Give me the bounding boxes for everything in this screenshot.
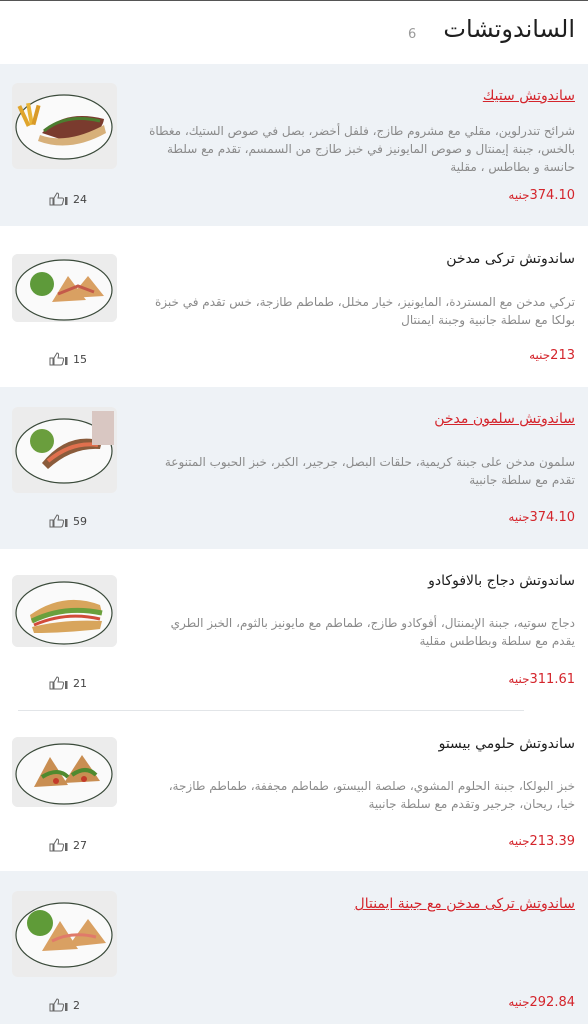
like-count: 2 (73, 998, 80, 1012)
thumbs-up-icon (49, 352, 68, 366)
item-image[interactable] (12, 737, 117, 807)
item-name[interactable]: ساندوتش دجاج بالافوكادو (155, 573, 575, 589)
item-likes[interactable]: 24 (49, 192, 87, 206)
like-count: 27 (73, 838, 87, 852)
menu-item[interactable]: ساندوتش ستيك شرائح تندرلوين، مقلي مع مشر… (0, 64, 588, 226)
section-item-count: 6 (408, 27, 417, 42)
item-name[interactable]: ساندوتش حلومي بيستو (155, 736, 575, 752)
like-count: 21 (73, 676, 87, 690)
thumbs-up-icon (49, 676, 68, 690)
item-image[interactable] (12, 407, 117, 493)
item-description: خبز البولكا، جبنة الحلوم المشوي، صلصة ال… (168, 779, 575, 811)
item-likes[interactable]: 15 (49, 352, 87, 366)
thumbs-up-icon (49, 998, 68, 1012)
menu-item[interactable]: ساندوتش تركى مدخن تركي مدخن مع المستردة،… (0, 226, 588, 387)
like-count: 15 (73, 352, 87, 366)
item-likes[interactable]: 21 (49, 676, 87, 690)
item-description: شرائح تندرلوين، مقلي مع مشروم طازج، فلفل… (149, 124, 575, 174)
like-count: 24 (73, 192, 87, 206)
like-count: 59 (73, 514, 87, 528)
menu-item[interactable]: ساندوتش حلومي بيستو خبز البولكا، جبنة ال… (0, 711, 588, 871)
thumbs-up-icon (49, 838, 68, 852)
item-description: دجاج سوتيه، جبنة الإيمنتال، أفوكادو طازج… (170, 616, 575, 648)
item-image[interactable] (12, 891, 117, 977)
thumbs-up-icon (49, 514, 68, 528)
item-price: 213.39جنيه (508, 834, 575, 849)
item-price: 374.10جنيه (508, 510, 575, 525)
menu-item[interactable]: ساندوتش تركى مدخن مع جبنة ايمنتال 292.84… (0, 871, 588, 1024)
section-header: الساندوتشات 6 (0, 0, 588, 64)
item-price: 374.10جنيه (508, 188, 575, 203)
item-name[interactable]: ساندوتش تركى مدخن (155, 251, 575, 267)
section-title: الساندوتشات (443, 15, 575, 43)
item-likes[interactable]: 2 (49, 998, 80, 1012)
item-price: 213جنيه (529, 348, 575, 363)
item-price: 311.61جنيه (508, 672, 575, 687)
item-likes[interactable]: 59 (49, 514, 87, 528)
item-price: 292.84جنيه (508, 995, 575, 1010)
menu-item[interactable]: ساندوتش دجاج بالافوكادو دجاج سوتيه، جبنة… (0, 549, 588, 709)
item-likes[interactable]: 27 (49, 838, 87, 852)
item-name[interactable]: ساندوتش سلمون مدخن (155, 411, 575, 427)
item-name[interactable]: ساندوتش ستيك (155, 88, 575, 104)
item-description: سلمون مدخن على جبنة كريمية، حلقات البصل،… (164, 455, 575, 487)
item-image[interactable] (12, 83, 117, 169)
thumbs-up-icon (49, 192, 68, 206)
item-image[interactable] (12, 575, 117, 647)
item-description: تركي مدخن مع المستردة، المايونيز، خيار م… (154, 295, 575, 327)
menu-item[interactable]: ساندوتش سلمون مدخن سلمون مدخن على جبنة ك… (0, 387, 588, 549)
item-name[interactable]: ساندوتش تركى مدخن مع جبنة ايمنتال (155, 896, 575, 912)
item-image[interactable] (12, 254, 117, 322)
